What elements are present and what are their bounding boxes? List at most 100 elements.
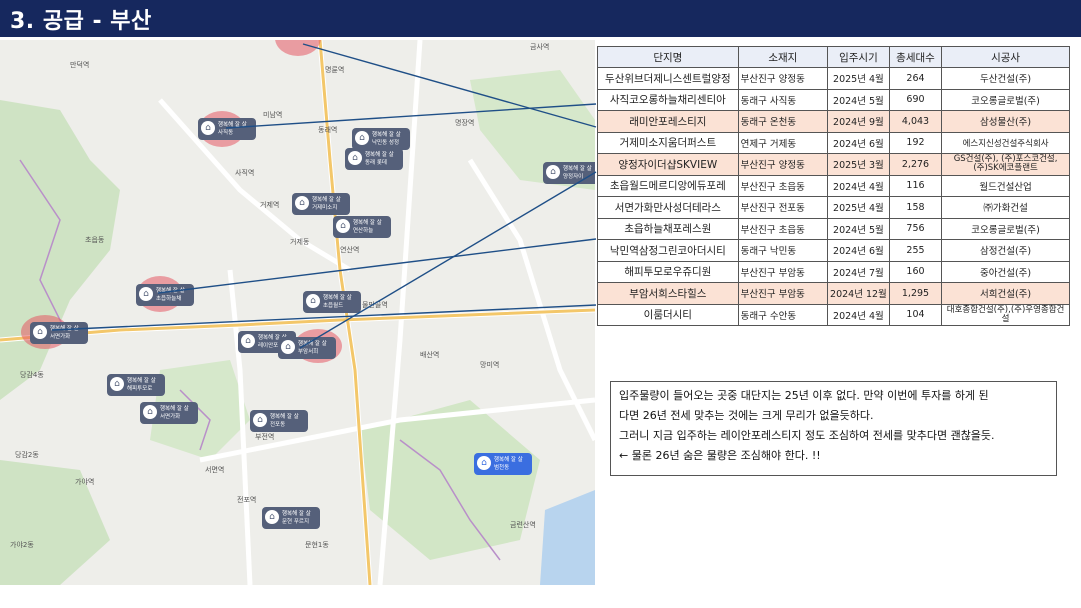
map-pin[interactable]: ⌂ 행복해 잘 살 전포동 bbox=[250, 410, 308, 432]
move-in-date: 2024년 12월 bbox=[827, 282, 890, 305]
map-place-label: 초읍동 bbox=[85, 236, 105, 244]
map-pin[interactable]: ⌂ 행복해 잘 살 양정자이 bbox=[543, 162, 595, 184]
builder: ㈜가화건설 bbox=[941, 196, 1070, 219]
total-units: 756 bbox=[888, 217, 943, 240]
apartment-icon: ⌂ bbox=[348, 151, 362, 165]
table-row: 두산위브더제니스센트럴양정 부산진구 양정동 2025년 4월 264 두산건설… bbox=[597, 67, 1070, 90]
map-pin[interactable]: ⌂ 행복해 잘 살 서면가화 bbox=[30, 322, 88, 344]
map-pin[interactable]: ⌂ 행복해 잘 살 서면가화 bbox=[140, 402, 198, 424]
move-in-date: 2024년 4월 bbox=[827, 174, 890, 197]
location: 부산진구 초읍동 bbox=[737, 174, 829, 197]
map-pin[interactable]: ⌂ 행복해 잘 살 연산하늘 bbox=[333, 216, 391, 238]
location: 동래구 사직동 bbox=[737, 88, 829, 111]
total-units: 4,043 bbox=[888, 110, 943, 133]
location: 동래구 낙민동 bbox=[737, 239, 829, 262]
map-place-label: 금련산역 bbox=[510, 521, 536, 529]
map-place-label: 거제동 bbox=[290, 238, 310, 246]
pin-sublabel: 범천동 bbox=[494, 465, 510, 471]
apartment-icon: ⌂ bbox=[306, 294, 320, 308]
builder: 코오롱글로벌(주) bbox=[941, 88, 1070, 111]
map-pin[interactable]: ⌂ 행복해 잘 살 문현 푸르지 bbox=[262, 507, 320, 529]
map-pin[interactable]: ⌂ 행복해 잘 살 초읍하늘채 bbox=[136, 284, 194, 306]
pin-sublabel: 연산하늘 bbox=[353, 228, 374, 234]
total-units: 1,295 bbox=[888, 282, 943, 305]
pin-label: 행복해 잘 살 bbox=[494, 457, 523, 463]
commentary-line: 입주물량이 들어오는 곳중 대단지는 25년 이후 없다. 만약 이번에 투자를… bbox=[619, 389, 989, 402]
map-pin[interactable]: ⌂ 행복해 잘 살 부암서희 bbox=[278, 337, 336, 359]
commentary-line: ← 물론 26년 숨은 물량은 조심해야 한다. !! bbox=[619, 449, 821, 462]
map-view[interactable]: 만덕역 명륜역 금사역 미남역 동래역 명장역 사직역 거제역 거제동 연산역 … bbox=[0, 40, 595, 585]
complex-name: 낙민역삼정그린코아더시티 bbox=[597, 239, 739, 262]
pin-label: 행복해 잘 살 bbox=[353, 220, 382, 226]
total-units: 2,276 bbox=[888, 153, 943, 176]
map-pin[interactable]: ⌂ 행복해 잘 살 초읍월드 bbox=[303, 291, 361, 313]
move-in-date: 2024년 6월 bbox=[827, 239, 890, 262]
apartment-icon: ⌂ bbox=[281, 340, 295, 354]
builder: 대호종합건설(주),(주)우영종합건설 bbox=[941, 303, 1070, 326]
apartment-icon: ⌂ bbox=[201, 121, 215, 135]
apartment-icon: ⌂ bbox=[143, 405, 157, 419]
complex-name: 초읍하늘채포레스원 bbox=[597, 217, 739, 240]
map-pin[interactable]: ⌂ 행복해 잘 살 동래 롯데 bbox=[345, 148, 403, 170]
move-in-date: 2024년 6월 bbox=[827, 131, 890, 154]
table-row: 서면가화만사성더테라스 부산진구 전포동 2025년 4월 158 ㈜가화건설 bbox=[597, 196, 1070, 219]
builder: 중아건설(주) bbox=[941, 260, 1070, 283]
complex-name: 초읍월드메르디앙에듀포레 bbox=[597, 174, 739, 197]
pin-sublabel: 사직동 bbox=[218, 130, 234, 136]
table-row: 사직코오롱하늘채리센티아 동래구 사직동 2024년 5월 690 코오롱글로벌… bbox=[597, 88, 1070, 111]
location: 동래구 수안동 bbox=[737, 303, 829, 326]
pin-sublabel: 초읍월드 bbox=[323, 303, 344, 309]
location: 연제구 거제동 bbox=[737, 131, 829, 154]
complex-name: 래미안포레스티지 bbox=[597, 110, 739, 133]
supply-table: 단지명 소재지 입주시기 총세대수 시공사 두산위브더제니스센트럴양정 부산진구… bbox=[597, 46, 1070, 326]
pin-sublabel: 낙민동 성정 bbox=[372, 140, 400, 146]
total-units: 158 bbox=[888, 196, 943, 219]
move-in-date: 2024년 7월 bbox=[827, 260, 890, 283]
apartment-icon: ⌂ bbox=[33, 325, 47, 339]
complex-name: 해피투모로우쥬디원 bbox=[597, 260, 739, 283]
map-pin[interactable]: ⌂ 행복해 잘 살 범천동 bbox=[474, 453, 532, 475]
location: 부산진구 초읍동 bbox=[737, 217, 829, 240]
apartment-icon: ⌂ bbox=[110, 377, 124, 391]
park-area bbox=[0, 100, 120, 400]
map-pin[interactable]: ⌂ 행복해 잘 살 해피투모로 bbox=[107, 374, 165, 396]
map-place-label: 동래역 bbox=[318, 126, 338, 134]
pin-label: 행복해 잘 살 bbox=[218, 122, 247, 128]
map-place-label: 금사역 bbox=[530, 43, 550, 51]
map-place-label: 만덕역 bbox=[70, 61, 90, 69]
table-row-highlighted: 부암서희스타힐스 부산진구 부암동 2024년 12월 1,295 서희건설(주… bbox=[597, 282, 1070, 305]
column-header: 단지명 bbox=[597, 46, 739, 68]
table-row: 해피투모로우쥬디원 부산진구 부암동 2024년 7월 160 중아건설(주) bbox=[597, 260, 1070, 283]
map-pin[interactable]: ⌂ 행복해 잘 살 사직동 bbox=[198, 118, 256, 140]
map-place-label: 배산역 bbox=[420, 351, 440, 359]
pin-sublabel: 거제미소지 bbox=[312, 205, 338, 211]
commentary-line: 그러니 지금 입주하는 레이안포레스티지 정도 조심하여 전세를 맞추다면 괜찮… bbox=[619, 429, 995, 442]
pin-sublabel: 서면가화 bbox=[50, 334, 71, 340]
pin-label: 행복해 잘 살 bbox=[563, 166, 592, 172]
pin-sublabel: 서면가화 bbox=[160, 414, 181, 420]
map-pin[interactable]: ⌂ 행복해 잘 살 낙민동 성정 bbox=[352, 128, 410, 150]
builder: 에스지신성건설주식회사 bbox=[941, 131, 1070, 154]
location: 부산진구 부암동 bbox=[737, 260, 829, 283]
location: 부산진구 전포동 bbox=[737, 196, 829, 219]
total-units: 264 bbox=[888, 67, 943, 90]
pin-label: 행복해 잘 살 bbox=[372, 132, 401, 138]
total-units: 255 bbox=[888, 239, 943, 262]
map-place-label: 당감4동 bbox=[20, 371, 44, 379]
water-area bbox=[540, 490, 595, 585]
pin-sublabel: 동래 롯데 bbox=[365, 160, 387, 166]
pin-label: 행복해 잘 살 bbox=[160, 406, 189, 412]
pin-sublabel: 해피투모로 bbox=[127, 386, 153, 392]
total-units: 192 bbox=[888, 131, 943, 154]
map-pin[interactable]: ⌂ 행복해 잘 살 거제미소지 bbox=[292, 193, 350, 215]
complex-name: 부암서희스타힐스 bbox=[597, 282, 739, 305]
builder: 두산건설(주) bbox=[941, 67, 1070, 90]
builder: 월드건설산업 bbox=[941, 174, 1070, 197]
move-in-date: 2024년 5월 bbox=[827, 217, 890, 240]
complex-name: 이룸더시티 bbox=[597, 303, 739, 326]
pin-label: 행복해 잘 살 bbox=[282, 511, 311, 517]
move-in-date: 2025년 3월 bbox=[827, 153, 890, 176]
table-row-highlighted: 래미안포레스티지 동래구 온천동 2024년 9월 4,043 삼성물산(주) bbox=[597, 110, 1070, 133]
builder: 삼성물산(주) bbox=[941, 110, 1070, 133]
column-header: 입주시기 bbox=[827, 46, 890, 68]
